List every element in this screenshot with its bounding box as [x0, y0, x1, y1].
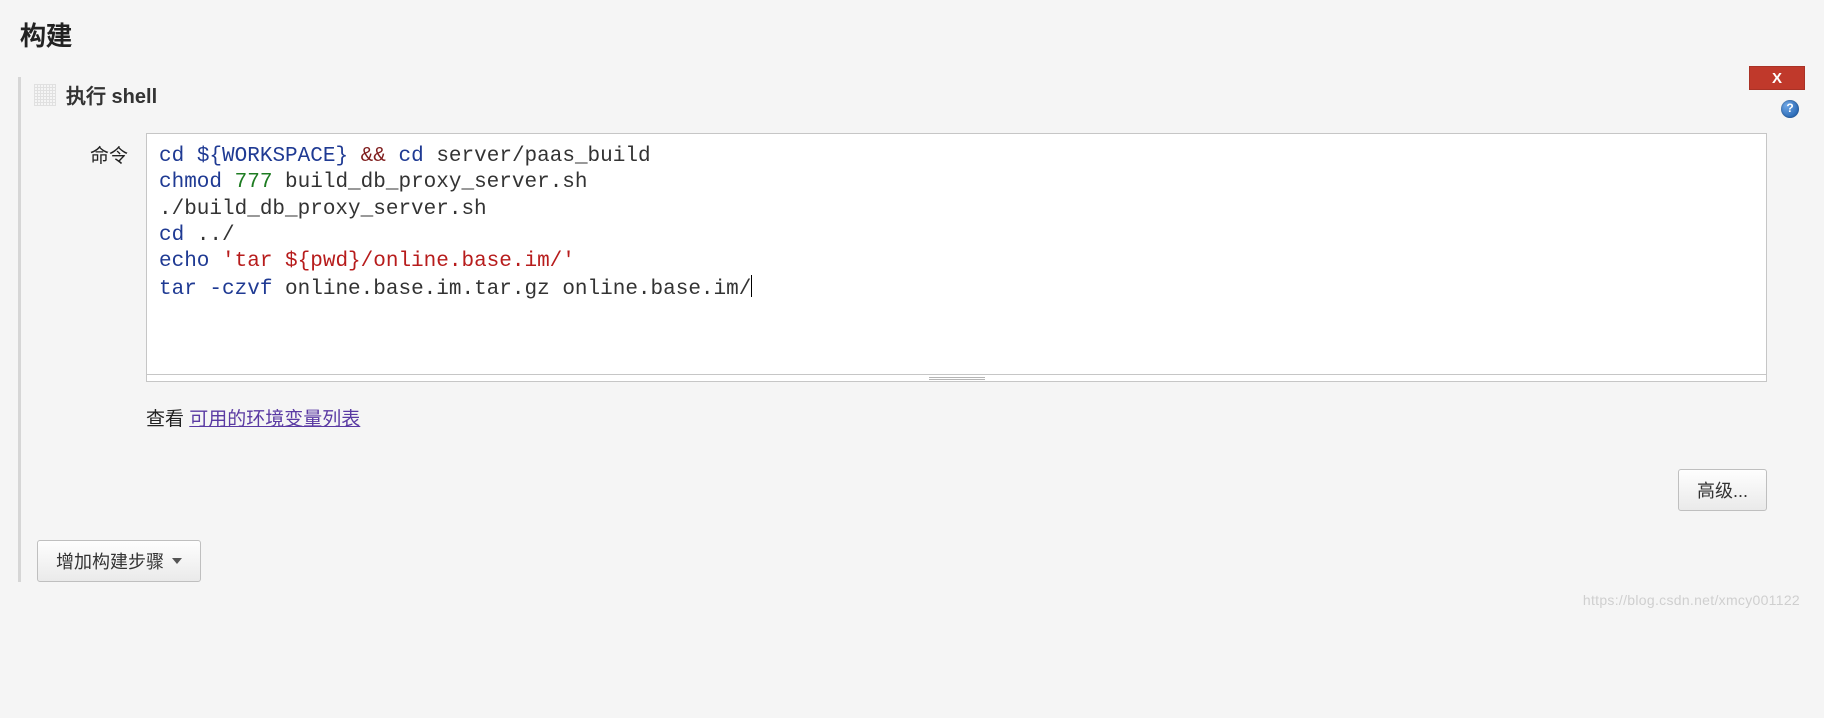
code-token: cd: [159, 145, 184, 168]
add-build-step-button[interactable]: 增加构建步骤: [37, 540, 201, 582]
add-build-step-label: 增加构建步骤: [56, 548, 164, 574]
code-token: ./build_db_proxy_server.sh: [159, 198, 487, 221]
code-token: cd: [399, 145, 424, 168]
text-caret: [751, 275, 752, 297]
env-vars-hint: 查看 可用的环境变量列表: [146, 404, 1767, 431]
code-token: chmod: [159, 171, 222, 194]
drag-handle-icon[interactable]: [34, 84, 56, 106]
advanced-button[interactable]: 高级...: [1678, 469, 1767, 511]
shell-step-block: X 执行 shell 命令 cd ${WORKSPACE} && cd serv…: [33, 77, 1806, 514]
code-token: tar: [159, 278, 197, 301]
code-token: online.base.im.tar.gz: [285, 278, 550, 301]
command-textarea[interactable]: cd ${WORKSPACE} && cd server/paas_build …: [146, 133, 1767, 375]
code-token: build_db_proxy_server.sh: [285, 171, 587, 194]
env-vars-link[interactable]: 可用的环境变量列表: [189, 409, 360, 430]
code-token: -czvf: [209, 278, 272, 301]
watermark-text: https://blog.csdn.net/xmcy001122: [1583, 592, 1800, 608]
build-section: X 执行 shell 命令 cd ${WORKSPACE} && cd serv…: [18, 77, 1806, 582]
command-label: 命令: [34, 133, 146, 168]
code-token: cd: [159, 224, 184, 247]
code-token: &&: [361, 145, 386, 168]
chevron-down-icon: [172, 558, 182, 564]
code-token: ${WORKSPACE}: [197, 145, 348, 168]
code-token: ../: [197, 224, 235, 247]
hint-prefix: 查看: [146, 409, 189, 430]
code-token: online.base.im/: [562, 278, 751, 301]
section-title: 构建: [20, 16, 1806, 53]
code-token: 'tar ${pwd}/online.base.im/': [222, 250, 575, 273]
code-token: server/paas_build: [436, 145, 650, 168]
step-title: 执行 shell: [66, 80, 157, 109]
code-token: echo: [159, 250, 209, 273]
advanced-button-label: 高级...: [1697, 477, 1748, 503]
code-token: 777: [235, 171, 273, 194]
resize-handle[interactable]: [146, 374, 1767, 382]
